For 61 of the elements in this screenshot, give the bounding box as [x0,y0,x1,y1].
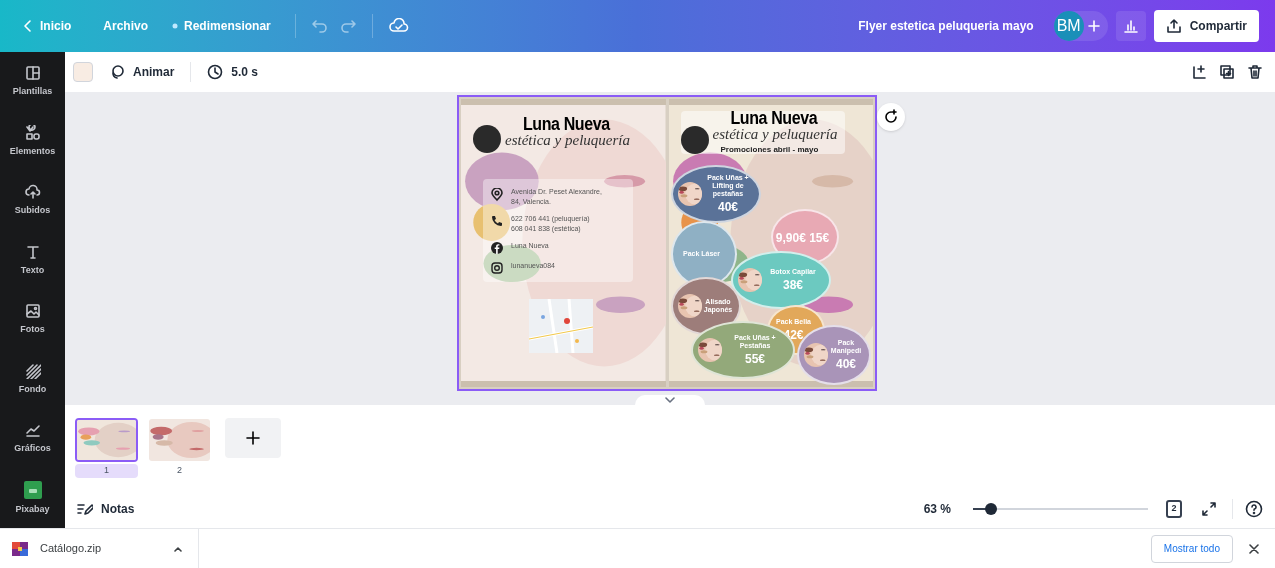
page-number: 2 [176,464,183,477]
archive-file-icon [12,541,28,556]
notes-icon [77,502,93,516]
shapes-icon [24,124,41,141]
templates-icon [24,65,41,81]
animate-button[interactable]: Animar [109,63,175,81]
facebook-icon [491,242,503,254]
insights-icon[interactable] [1115,11,1146,41]
instagram-icon [491,262,503,274]
sparkle-icon [172,23,179,29]
add-page-icon[interactable] [1191,64,1207,80]
sidebar-item[interactable]: Gráficos [0,409,65,469]
download-item[interactable]: Catálogo.zip [12,529,199,568]
sidebar-item[interactable]: Pixabay [0,468,65,528]
sidebar-item[interactable]: Elementos [0,111,65,171]
share-icon [1165,18,1182,34]
delete-icon[interactable] [1247,64,1263,80]
notes-button[interactable]: Notas [77,500,135,518]
fullscreen-icon[interactable] [1202,502,1216,516]
page-thumbnail[interactable] [75,418,138,462]
stripes-icon [24,362,41,379]
brand-name: Luna Nueva [523,115,612,134]
phone-icon [491,215,503,227]
duration-button[interactable]: 5.0 s [207,63,259,81]
sidebar-item[interactable]: Fotos [0,290,65,350]
chevron-up-icon [174,545,182,552]
chart-icon [24,422,41,438]
animation-icon [109,64,125,80]
page-count-button[interactable]: 2 [1166,500,1182,518]
show-all-button[interactable]: Mostrar todo [1150,534,1233,563]
clock-icon [207,64,224,80]
duplicate-icon[interactable] [1219,64,1235,80]
refresh-icon[interactable] [877,103,905,131]
close-icon[interactable] [1249,543,1259,554]
collapse-icon[interactable] [635,395,705,405]
image-icon [24,303,41,319]
page-number: 1 [75,464,138,478]
avatar[interactable]: BM [1053,11,1084,41]
app-icon [23,480,42,499]
add-page-button[interactable] [225,418,281,458]
document-title[interactable]: Flyer estetica peluqueria mayo [858,17,1034,35]
upload-icon [24,184,41,200]
share-button[interactable]: Compartir [1153,10,1259,42]
sidebar-item[interactable]: Texto [0,230,65,290]
location-pin-icon [491,188,503,202]
zoom-level: 63 % [923,501,951,518]
help-icon[interactable] [1245,500,1263,518]
chevron-left-icon [24,20,32,32]
sidebar-item[interactable]: Plantillas [0,52,65,112]
sidebar-item[interactable]: Subidos [0,171,65,231]
slider-thumb[interactable] [984,503,997,515]
tagline: estética y peluquería [505,132,630,148]
background-color-swatch[interactable] [73,62,93,82]
plus-icon [246,431,260,445]
map-thumbnail [529,299,593,353]
add-icon[interactable] [1087,20,1100,32]
page-thumbnail[interactable] [148,418,211,462]
cloud-saved-icon[interactable] [388,18,409,34]
text-icon [24,243,41,260]
sidebar-item[interactable]: Fondo [0,349,65,409]
collaborators[interactable]: BM [1053,11,1108,41]
